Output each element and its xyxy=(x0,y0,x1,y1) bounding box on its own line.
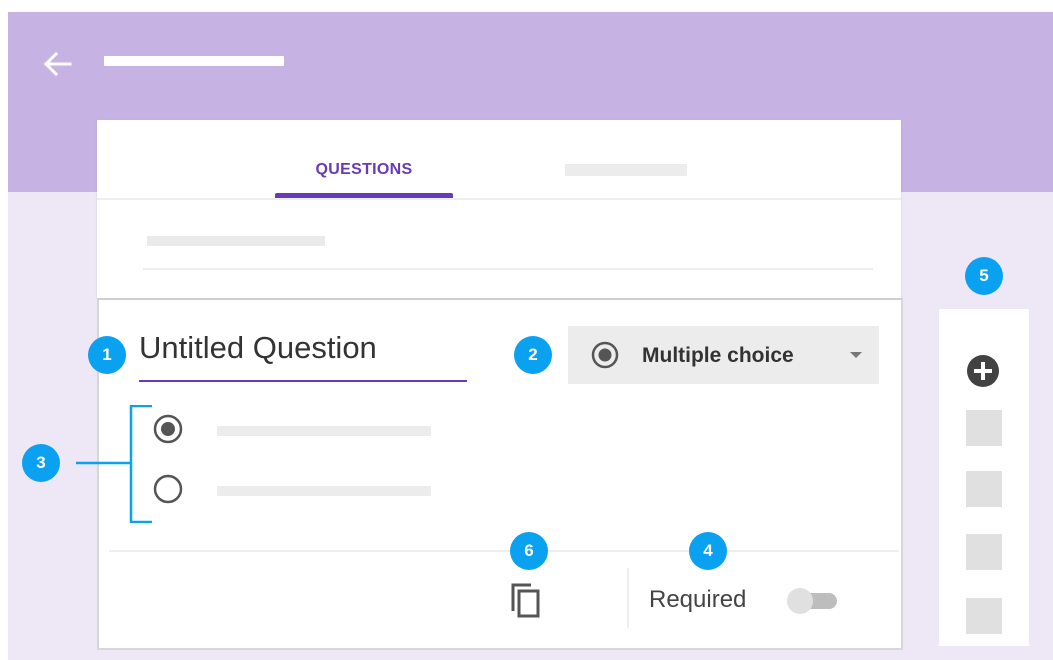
toolbar-button-placeholder[interactable] xyxy=(966,534,1002,570)
option-text-placeholder[interactable] xyxy=(217,426,431,436)
option-radio-selected[interactable] xyxy=(152,413,184,445)
question-footer-divider xyxy=(109,550,899,552)
form-description-placeholder[interactable] xyxy=(147,236,325,246)
question-type-dropdown[interactable]: Multiple choice xyxy=(568,326,879,384)
side-toolbar xyxy=(939,309,1029,646)
footer-vertical-divider xyxy=(627,568,629,628)
callout-badge: 4 xyxy=(689,532,727,570)
question-type-label: Multiple choice xyxy=(642,344,794,367)
options-bracket xyxy=(76,404,156,524)
radio-checked-icon xyxy=(590,340,620,370)
arrow-left-icon[interactable] xyxy=(36,46,76,82)
toolbar-button-placeholder[interactable] xyxy=(966,410,1002,446)
tab-divider xyxy=(97,198,901,200)
toggle-thumb xyxy=(787,588,813,614)
copy-icon[interactable] xyxy=(508,580,544,620)
question-card: Untitled Question Multiple choice Requir… xyxy=(97,298,903,650)
required-toggle[interactable] xyxy=(787,588,839,614)
callout-badge: 5 xyxy=(965,257,1003,295)
toolbar-button-placeholder[interactable] xyxy=(966,598,1002,634)
forms-editor: QUESTIONS Untitled Question Multiple cho… xyxy=(8,12,1053,660)
toolbar-button-placeholder[interactable] xyxy=(966,471,1002,507)
question-title-underline xyxy=(139,380,467,382)
callout-badge: 3 xyxy=(22,444,60,482)
form-title-placeholder[interactable] xyxy=(104,56,284,66)
tab-responses-placeholder[interactable] xyxy=(565,164,687,176)
chevron-down-icon xyxy=(850,352,862,358)
required-label: Required xyxy=(649,586,747,613)
callout-badge: 2 xyxy=(514,336,552,374)
question-title-input[interactable]: Untitled Question xyxy=(139,328,469,368)
add-circle-icon[interactable] xyxy=(963,351,1003,391)
callout-badge: 6 xyxy=(510,532,548,570)
option-radio-unselected[interactable] xyxy=(152,473,184,505)
form-header-card: QUESTIONS xyxy=(97,120,901,298)
option-text-placeholder[interactable] xyxy=(217,486,431,496)
callout-badge: 1 xyxy=(88,336,126,374)
description-underline xyxy=(143,268,873,270)
